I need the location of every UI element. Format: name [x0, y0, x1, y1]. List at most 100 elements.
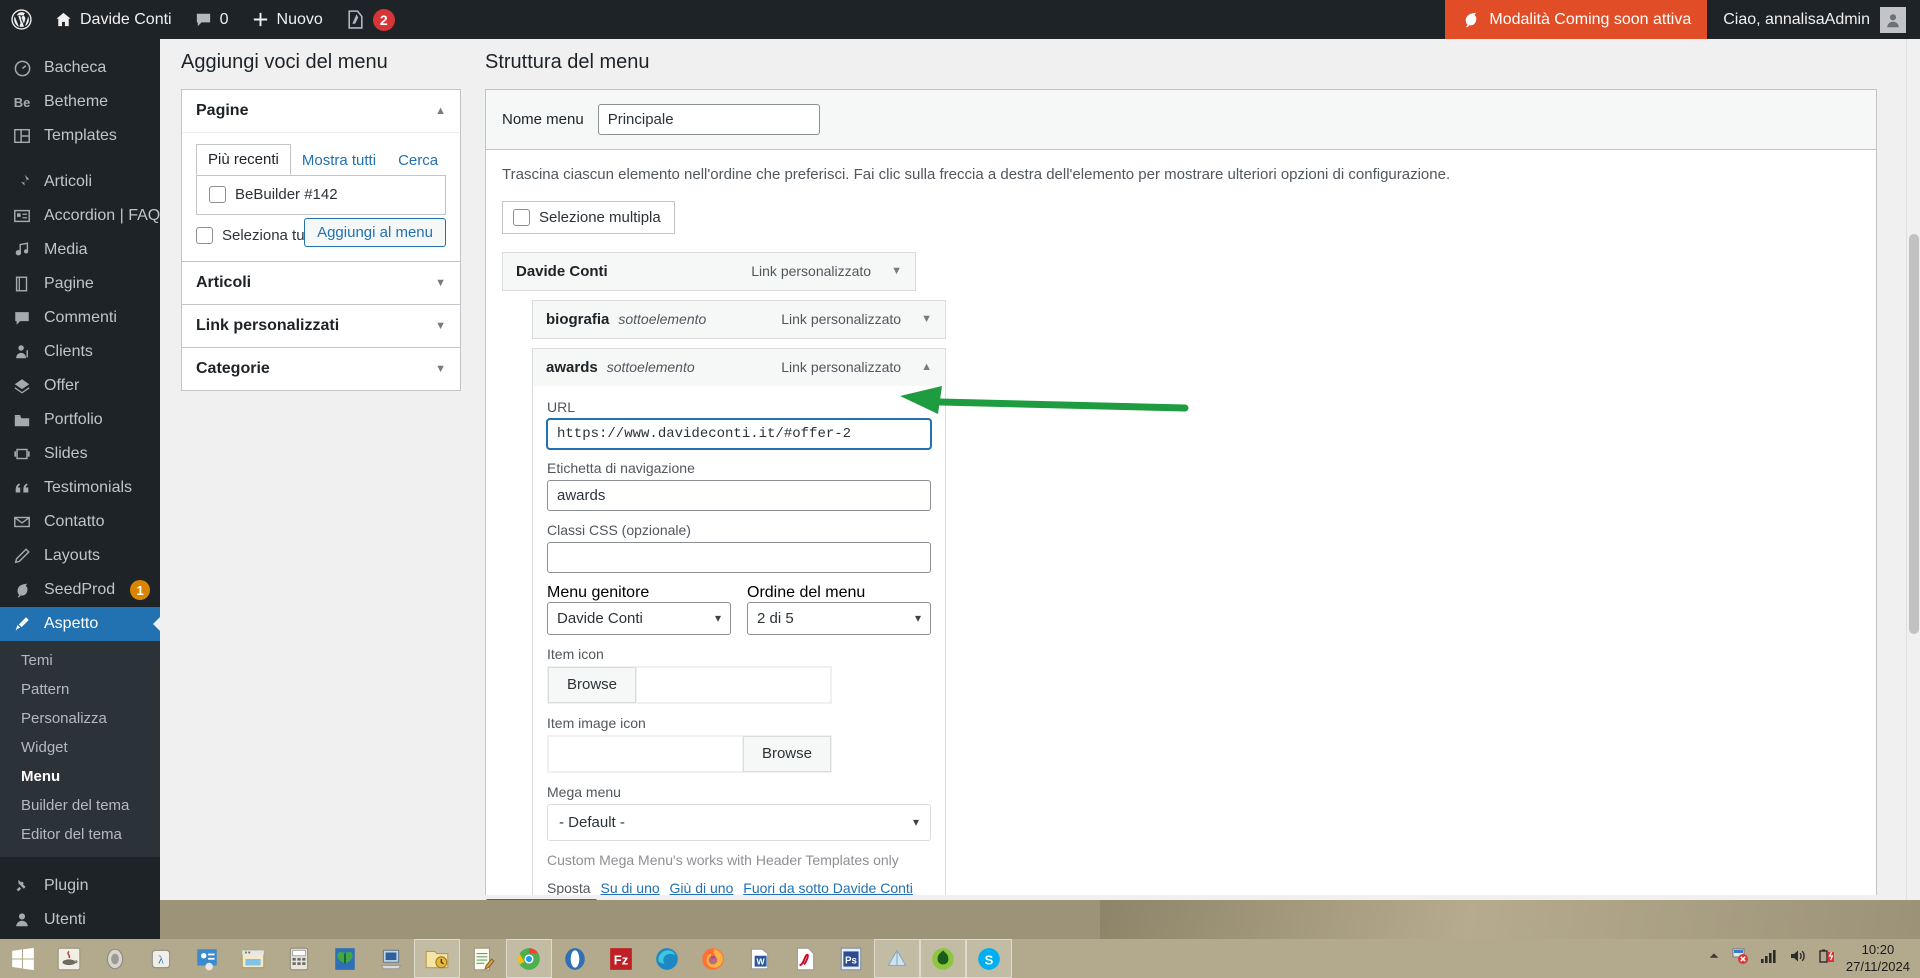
sidebar-subitem-temi[interactable]: Temi: [0, 646, 160, 675]
butterfly-icon[interactable]: [322, 939, 368, 978]
tab-mostra-tutti[interactable]: Mostra tutti: [291, 146, 387, 175]
item-image-icon-browse-button[interactable]: Browse: [742, 735, 831, 772]
firefox-icon[interactable]: [690, 939, 736, 978]
sidebar-item-testimonials[interactable]: Testimonials: [0, 471, 160, 505]
menu-item-awards[interactable]: awards sottoelemento Link personalizzato…: [532, 347, 946, 386]
list-item[interactable]: BeBuilder #142: [209, 186, 433, 203]
gecko-icon[interactable]: [920, 939, 966, 978]
order-select[interactable]: 2 di 5 ▾: [747, 601, 931, 635]
sidebar-item-slides[interactable]: Slides: [0, 437, 160, 471]
sidebar-item-bacheca[interactable]: Bacheca: [0, 51, 160, 85]
sidebar-subitem-menu[interactable]: Menu: [0, 762, 160, 791]
volume-icon[interactable]: [1788, 947, 1808, 970]
opera-icon[interactable]: [552, 939, 598, 978]
network-flag-icon[interactable]: [1730, 946, 1750, 971]
sidebar-item-accordion-faq[interactable]: Accordion | FAQ: [0, 199, 160, 233]
signal-bars-icon[interactable]: [1759, 947, 1779, 970]
yoast-seo-menu[interactable]: 2: [334, 0, 406, 39]
mega-menu-select[interactable]: - Default - ▾: [547, 803, 931, 841]
sidebar-subitem-personalizza[interactable]: Personalizza: [0, 704, 160, 733]
sidebar-item-utenti[interactable]: Utenti: [0, 903, 160, 937]
postbox-articoli-header[interactable]: Articoli ▼: [182, 262, 460, 304]
page-scrollbar-thumb[interactable]: [1909, 234, 1919, 634]
tab-cerca[interactable]: Cerca: [387, 146, 449, 175]
sidebar-item-seedprod[interactable]: SeedProd 1: [0, 573, 160, 607]
sidebar-item-pagine[interactable]: Pagine: [0, 267, 160, 301]
postbox-link-personalizzati-header[interactable]: Link personalizzati ▼: [182, 305, 460, 347]
sidebar-item-plugin[interactable]: Plugin: [0, 869, 160, 903]
site-name-menu[interactable]: Davide Conti: [43, 0, 183, 39]
battery-icon[interactable]: [1817, 947, 1837, 970]
photoshop-icon[interactable]: Ps: [828, 939, 874, 978]
folder-clock-icon[interactable]: [414, 939, 460, 978]
bulk-select-toggle[interactable]: Selezione multipla: [502, 200, 675, 234]
chevron-up-icon[interactable]: ▲: [435, 105, 446, 117]
sidebar-item-clients[interactable]: Clients: [0, 335, 160, 369]
move-down-link[interactable]: Giù di uno: [670, 880, 734, 896]
chevron-up-icon[interactable]: ▲: [921, 361, 932, 373]
sidebar-item-layouts[interactable]: Layouts: [0, 539, 160, 573]
chevron-down-icon[interactable]: ▼: [435, 320, 446, 332]
sidebar-subitem-editor-del-tema[interactable]: Editor del tema: [0, 820, 160, 849]
css-classes-input[interactable]: [547, 541, 931, 573]
computer-icon[interactable]: [368, 939, 414, 978]
sidebar-item-media[interactable]: Media: [0, 233, 160, 267]
sidebar-subitem-widget[interactable]: Widget: [0, 733, 160, 762]
windows-start-icon[interactable]: [0, 939, 46, 978]
page-scrollbar[interactable]: [1906, 39, 1920, 939]
new-content-menu[interactable]: Nuovo: [240, 0, 334, 39]
menu-name-input[interactable]: [597, 104, 820, 135]
sidebar-item-contatto[interactable]: Contatto: [0, 505, 160, 539]
sidebar-item-portfolio[interactable]: Portfolio: [0, 403, 160, 437]
edge-icon[interactable]: [644, 939, 690, 978]
chevron-down-icon[interactable]: ▼: [435, 363, 446, 375]
item-icon-value[interactable]: [636, 666, 831, 703]
add-to-menu-button[interactable]: Aggiungi al menu: [304, 218, 446, 247]
chevron-down-icon[interactable]: ▼: [921, 313, 932, 325]
move-up-link[interactable]: Su di uno: [600, 880, 659, 896]
calculator-icon[interactable]: [276, 939, 322, 978]
sidebar-item-articoli[interactable]: Articoli: [0, 165, 160, 199]
chevron-down-icon[interactable]: ▼: [435, 277, 446, 289]
postbox-pagine-header[interactable]: Pagine ▲: [182, 90, 460, 133]
menu-item-biografia[interactable]: biografia sottoelemento Link personalizz…: [532, 299, 946, 339]
wp-logo-menu[interactable]: [0, 0, 43, 39]
coming-soon-notice[interactable]: Modalità Coming soon attiva: [1445, 0, 1708, 39]
sidebar-subitem-pattern[interactable]: Pattern: [0, 675, 160, 704]
select-all-row[interactable]: Seleziona tutto: [196, 227, 321, 244]
taskbar-clock[interactable]: 10:20 27/11/2024: [1846, 942, 1910, 975]
parent-select[interactable]: Davide Conti ▾: [547, 601, 731, 635]
speaker-icon[interactable]: [92, 939, 138, 978]
item-icon-browse-button[interactable]: Browse: [548, 666, 637, 703]
java-icon[interactable]: [46, 939, 92, 978]
dice-icon[interactable]: λ: [138, 939, 184, 978]
notepad-icon[interactable]: [460, 939, 506, 978]
postbox-categorie-header[interactable]: Categorie ▼: [182, 348, 460, 390]
page-checkbox[interactable]: [209, 186, 226, 203]
acrobat-icon[interactable]: [782, 939, 828, 978]
move-out-link[interactable]: Fuori da sotto Davide Conti: [743, 880, 913, 896]
sidebar-item-offer[interactable]: Offer: [0, 369, 160, 403]
select-all-checkbox[interactable]: [196, 227, 213, 244]
chrome-icon[interactable]: [506, 939, 552, 978]
explorer-folder-icon[interactable]: [230, 939, 276, 978]
item-image-icon-value[interactable]: [548, 735, 743, 772]
sidebar-item-betheme[interactable]: Be Betheme: [0, 85, 160, 119]
show-hidden-icons-icon[interactable]: [1707, 949, 1721, 968]
menu-item-davide-conti[interactable]: Davide Conti Link personalizzato ▼: [502, 251, 916, 291]
bulk-select-checkbox[interactable]: [513, 208, 530, 226]
skype-icon[interactable]: S: [966, 939, 1012, 978]
tab-piu-recenti[interactable]: Più recenti: [196, 144, 291, 175]
sidebar-item-commenti[interactable]: Commenti: [0, 301, 160, 335]
comments-bubble[interactable]: 0: [183, 0, 240, 39]
contacts-icon[interactable]: [184, 939, 230, 978]
sidebar-item-aspetto[interactable]: Aspetto: [0, 607, 160, 641]
sidebar-item-templates[interactable]: Templates: [0, 119, 160, 153]
chevron-down-icon[interactable]: ▼: [891, 265, 902, 277]
url-input[interactable]: [546, 417, 932, 450]
word-icon[interactable]: W: [736, 939, 782, 978]
user-account-menu[interactable]: Ciao, annalisaAdmin: [1707, 0, 1920, 39]
notes-icon[interactable]: [874, 939, 920, 978]
filezilla-icon[interactable]: Fz: [598, 939, 644, 978]
sidebar-subitem-builder-del-tema[interactable]: Builder del tema: [0, 791, 160, 820]
